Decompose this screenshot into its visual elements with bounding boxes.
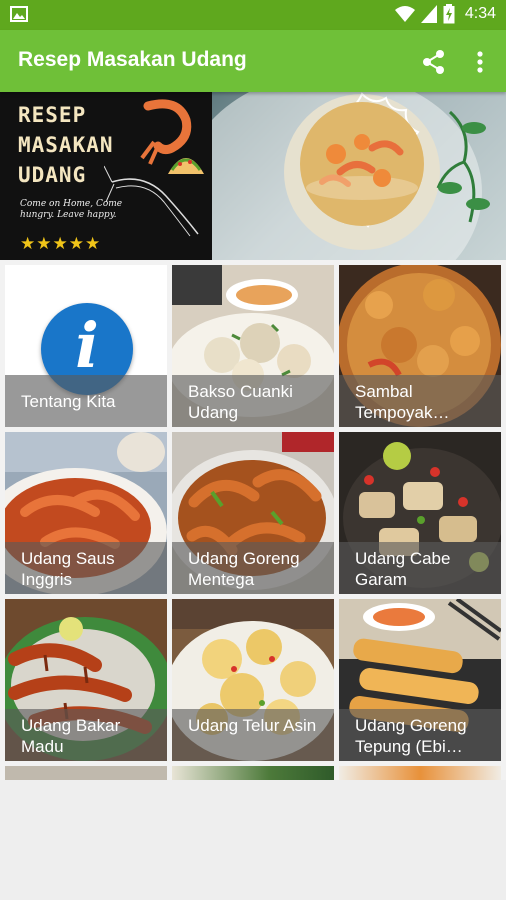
banner-title-line: RESEP [18, 103, 87, 127]
recipe-tile[interactable]: Udang Goreng Mentega [172, 432, 334, 594]
recipe-tile-partial[interactable] [172, 766, 334, 780]
signal-icon [420, 5, 437, 23]
image-icon [10, 6, 28, 22]
banner-title-line: MASAKAN [18, 133, 114, 157]
banner-tagline: Come on Home, Come hungry. Leave happy. [20, 199, 123, 220]
tile-label: Udang Cabe Garam [355, 549, 451, 589]
page-title: Resep Masakan Udang [18, 48, 247, 71]
recipe-tile[interactable]: Bakso Cuanki Udang [172, 265, 334, 427]
recipe-grid: i Tentang Kita Bakso Cuanki Udang Sambal… [0, 260, 506, 780]
recipe-tile-partial[interactable] [5, 766, 167, 780]
recipe-tile[interactable]: Udang Goreng Tepung (Ebi… [339, 599, 501, 761]
app-bar: Resep Masakan Udang [0, 30, 506, 92]
taco-illustration-icon [168, 158, 204, 174]
tile-label: Udang Bakar Madu [21, 716, 121, 756]
tile-label: Udang Goreng Tepung (Ebi… [355, 716, 467, 756]
header-banner: RESEP MASAKAN UDANG Come on Home, Come h… [0, 92, 506, 260]
banner-title-line: UDANG [18, 163, 87, 187]
share-icon[interactable] [420, 48, 448, 76]
recipe-tile[interactable]: Sambal Tempoyak… [339, 265, 501, 427]
tile-label: Udang Telur Asin [188, 716, 317, 735]
tile-label: Sambal Tempoyak… [355, 382, 450, 422]
recipe-tile[interactable]: Udang Saus Inggris [5, 432, 167, 594]
menu-tile-tentang-kita[interactable]: i Tentang Kita [5, 265, 167, 427]
banner-photo [182, 92, 506, 260]
recipe-tile[interactable]: Udang Telur Asin [172, 599, 334, 761]
tile-label: Tentang Kita [21, 392, 116, 411]
tile-label: Udang Goreng Mentega [188, 549, 300, 589]
soup-bowl-illustration [182, 92, 490, 260]
recipe-tile[interactable]: Udang Bakar Madu [5, 599, 167, 761]
recipe-tile-partial[interactable] [339, 766, 501, 780]
clock: 4:34 [464, 5, 496, 22]
tile-label: Udang Saus Inggris [21, 549, 115, 589]
banner-title: RESEP MASAKAN UDANG [18, 100, 114, 190]
tile-label: Bakso Cuanki Udang [188, 382, 293, 422]
rating-stars: ★★★★★ [20, 234, 102, 253]
battery-charging-icon [443, 4, 455, 24]
banner-logo: RESEP MASAKAN UDANG Come on Home, Come h… [0, 92, 212, 260]
wifi-icon [394, 6, 415, 22]
more-vert-icon[interactable] [470, 48, 490, 76]
recipe-tile[interactable]: Udang Cabe Garam [339, 432, 501, 594]
status-bar: 4:34 [0, 0, 506, 30]
